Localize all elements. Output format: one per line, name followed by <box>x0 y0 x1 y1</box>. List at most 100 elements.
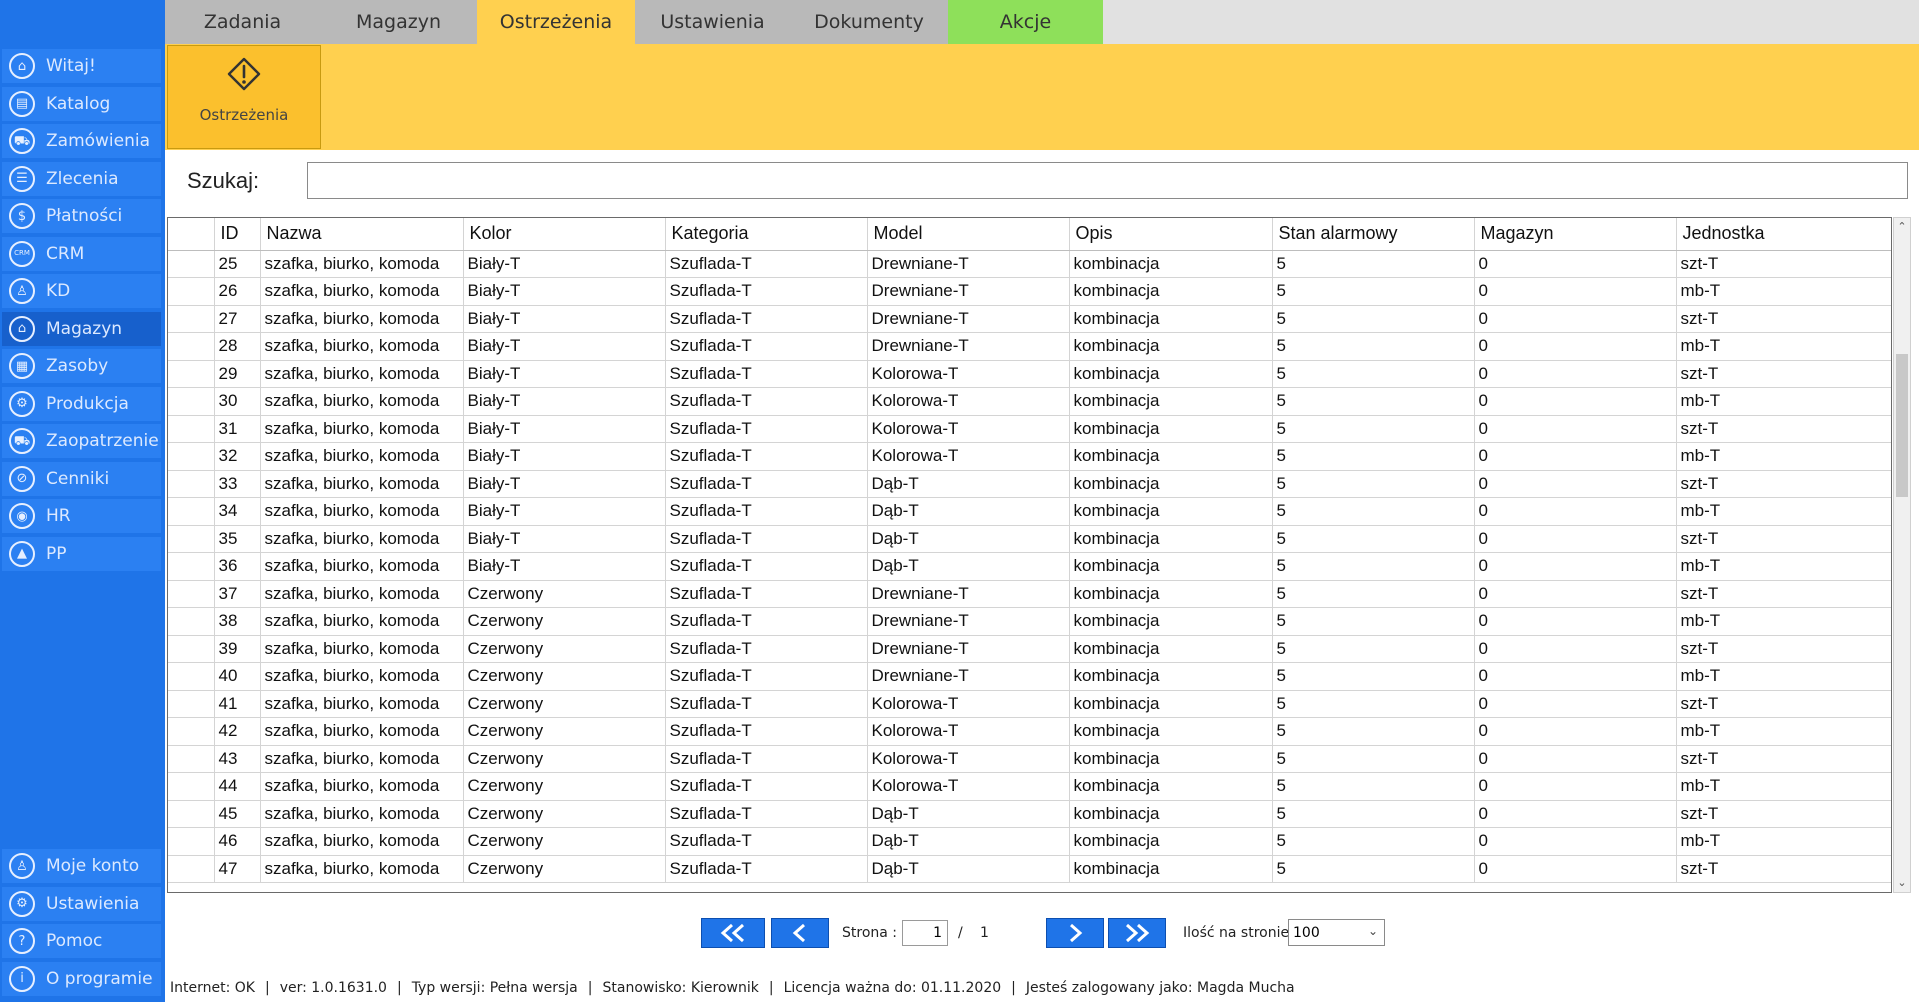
row-selector[interactable] <box>168 470 215 498</box>
table-row[interactable]: 27 szafka, biurko, komoda Biały-T Szuflada-… <box>168 305 1891 333</box>
scroll-down-icon[interactable]: ⌄ <box>1894 874 1910 892</box>
column-header[interactable]: ID <box>214 218 261 251</box>
row-selector[interactable] <box>168 525 215 553</box>
vertical-scrollbar[interactable]: ⌃ ⌄ <box>1893 217 1911 893</box>
sidebar-item-płatności[interactable]: $ Płatności <box>2 199 161 233</box>
sidebar-item-cenniki[interactable]: ⊘ Cenniki <box>2 461 161 496</box>
row-selector[interactable] <box>168 305 215 333</box>
table-row[interactable]: 46 szafka, biurko, komoda Czerwony Szuflada… <box>168 827 1891 856</box>
table-row[interactable]: 47 szafka, biurko, komoda Czerwony Szuflada… <box>168 855 1891 883</box>
row-selector[interactable] <box>168 635 215 663</box>
table-cell: Kolorowa-T <box>867 442 1070 471</box>
row-selector[interactable] <box>168 662 215 691</box>
tab-magazyn[interactable]: Magazyn <box>320 0 477 44</box>
sidebar-item-hr[interactable]: ◉ HR <box>2 499 161 533</box>
row-selector[interactable] <box>168 827 215 856</box>
column-header[interactable]: Model <box>867 218 1070 251</box>
column-header[interactable]: Kolor <box>463 218 666 251</box>
row-selector[interactable] <box>168 855 215 883</box>
column-header[interactable]: Opis <box>1069 218 1273 251</box>
row-selector[interactable] <box>168 442 215 471</box>
search-input[interactable] <box>307 162 1908 199</box>
table-row[interactable]: 39 szafka, biurko, komoda Czerwony Szuflada… <box>168 635 1891 663</box>
sidebar-item-zaopatrzenie[interactable]: ⛟ Zaopatrzenie <box>2 424 161 458</box>
row-selector[interactable] <box>168 552 215 581</box>
table-row[interactable]: 45 szafka, biurko, komoda Czerwony Szuflada… <box>168 800 1891 828</box>
chevron-right-icon <box>1070 923 1083 943</box>
per-page-select[interactable]: 100 ⌄ <box>1288 919 1385 946</box>
table-row[interactable]: 30 szafka, biurko, komoda Biały-T Szuflada-… <box>168 387 1891 416</box>
row-selector-header[interactable] <box>168 218 215 251</box>
table-cell: Szuflada-T <box>665 277 868 306</box>
sidebar-item-label: Zamówienia <box>46 131 151 151</box>
column-header[interactable]: Nazwa <box>260 218 464 251</box>
table-row[interactable]: 32 szafka, biurko, komoda Biały-T Szuflada-… <box>168 442 1891 471</box>
sidebar-item-pomoc[interactable]: ? Pomoc <box>2 924 161 958</box>
table-row[interactable]: 40 szafka, biurko, komoda Czerwony Szuflada… <box>168 662 1891 691</box>
table-row[interactable]: 31 szafka, biurko, komoda Biały-T Szuflada-… <box>168 415 1891 443</box>
row-selector[interactable] <box>168 745 215 773</box>
tab-zadania[interactable]: Zadania <box>165 0 320 44</box>
sidebar-item-crm[interactable]: CRM CRM <box>2 236 161 271</box>
column-header[interactable]: Magazyn <box>1474 218 1677 251</box>
table-row[interactable]: 33 szafka, biurko, komoda Biały-T Szuflada-… <box>168 470 1891 498</box>
previous-page-button[interactable] <box>771 918 829 948</box>
warnings-ribbon-button[interactable]: Ostrzeżenia <box>167 45 321 149</box>
table-row[interactable]: 44 szafka, biurko, komoda Czerwony Szuflada… <box>168 772 1891 801</box>
table-row[interactable]: 41 szafka, biurko, komoda Czerwony Szuflada… <box>168 690 1891 718</box>
sidebar-item-pp[interactable]: ▲ PP <box>2 536 161 571</box>
column-header[interactable]: Stan alarmowy <box>1272 218 1475 251</box>
tab-dokumenty[interactable]: Dokumenty <box>790 0 948 44</box>
row-selector[interactable] <box>168 332 215 361</box>
sidebar-item-kd[interactable]: ♙ KD <box>2 274 161 308</box>
row-selector[interactable] <box>168 800 215 828</box>
column-header[interactable]: Kategoria <box>665 218 868 251</box>
table-row[interactable]: 42 szafka, biurko, komoda Czerwony Szuflada… <box>168 717 1891 746</box>
sidebar-item-o-programie[interactable]: i O programie <box>2 961 161 996</box>
table-row[interactable]: 28 szafka, biurko, komoda Biały-T Szuflada-… <box>168 332 1891 361</box>
table-row[interactable]: 37 szafka, biurko, komoda Czerwony Szuflada… <box>168 580 1891 608</box>
sidebar-item-label: Witaj! <box>46 56 96 76</box>
sidebar-item-zlecenia[interactable]: ☰ Zlecenia <box>2 161 161 196</box>
table-row[interactable]: 29 szafka, biurko, komoda Biały-T Szuflada-… <box>168 360 1891 388</box>
sidebar-item-witaj-[interactable]: ⌂ Witaj! <box>2 49 161 83</box>
sidebar-item-zamówienia[interactable]: ⛟ Zamówienia <box>2 124 161 158</box>
row-selector[interactable] <box>168 717 215 746</box>
tab-akcje[interactable]: Akcje <box>948 0 1103 44</box>
tab-ustawienia[interactable]: Ustawienia <box>635 0 790 44</box>
table-row[interactable]: 43 szafka, biurko, komoda Czerwony Szuflada… <box>168 745 1891 773</box>
table-cell: 5 <box>1272 305 1475 333</box>
row-selector[interactable] <box>168 607 215 636</box>
page-number-input[interactable] <box>902 920 948 946</box>
column-header[interactable]: Jednostka <box>1676 218 1891 251</box>
row-selector[interactable] <box>168 277 215 306</box>
table-row[interactable]: 38 szafka, biurko, komoda Czerwony Szuflada… <box>168 607 1891 636</box>
next-page-button[interactable] <box>1046 918 1104 948</box>
sidebar-item-katalog[interactable]: ▤ Katalog <box>2 86 161 121</box>
sidebar-item-produkcja[interactable]: ⚙ Produkcja <box>2 386 161 421</box>
sidebar-item-zasoby[interactable]: ▦ Zasoby <box>2 349 161 383</box>
table-row[interactable]: 34 szafka, biurko, komoda Biały-T Szuflada-… <box>168 497 1891 526</box>
sidebar-item-magazyn[interactable]: ⌂ Magazyn <box>2 311 161 346</box>
table-row[interactable]: 25 szafka, biurko, komoda Biały-T Szuflada-… <box>168 250 1891 278</box>
first-page-button[interactable] <box>701 918 765 948</box>
table-row[interactable]: 36 szafka, biurko, komoda Biały-T Szuflada-… <box>168 552 1891 581</box>
row-selector[interactable] <box>168 690 215 718</box>
row-selector[interactable] <box>168 360 215 388</box>
row-selector[interactable] <box>168 387 215 416</box>
last-page-button[interactable] <box>1108 918 1166 948</box>
row-selector[interactable] <box>168 580 215 608</box>
table-row[interactable]: 35 szafka, biurko, komoda Biały-T Szuflada-… <box>168 525 1891 553</box>
row-selector[interactable] <box>168 250 215 278</box>
row-selector[interactable] <box>168 415 215 443</box>
scrollbar-thumb[interactable] <box>1896 354 1908 497</box>
scroll-up-icon[interactable]: ⌃ <box>1894 218 1910 236</box>
table-cell: 0 <box>1474 415 1677 443</box>
sidebar-item-ustawienia[interactable]: ⚙ Ustawienia <box>2 886 161 921</box>
row-selector[interactable] <box>168 772 215 801</box>
sidebar-item-moje-konto[interactable]: ♙ Moje konto <box>2 849 161 883</box>
tab-ostrzeżenia[interactable]: Ostrzeżenia <box>477 0 635 44</box>
table-row[interactable]: 26 szafka, biurko, komoda Biały-T Szuflada-… <box>168 277 1891 306</box>
row-selector[interactable] <box>168 497 215 526</box>
table-cell: szt-T <box>1676 800 1891 828</box>
